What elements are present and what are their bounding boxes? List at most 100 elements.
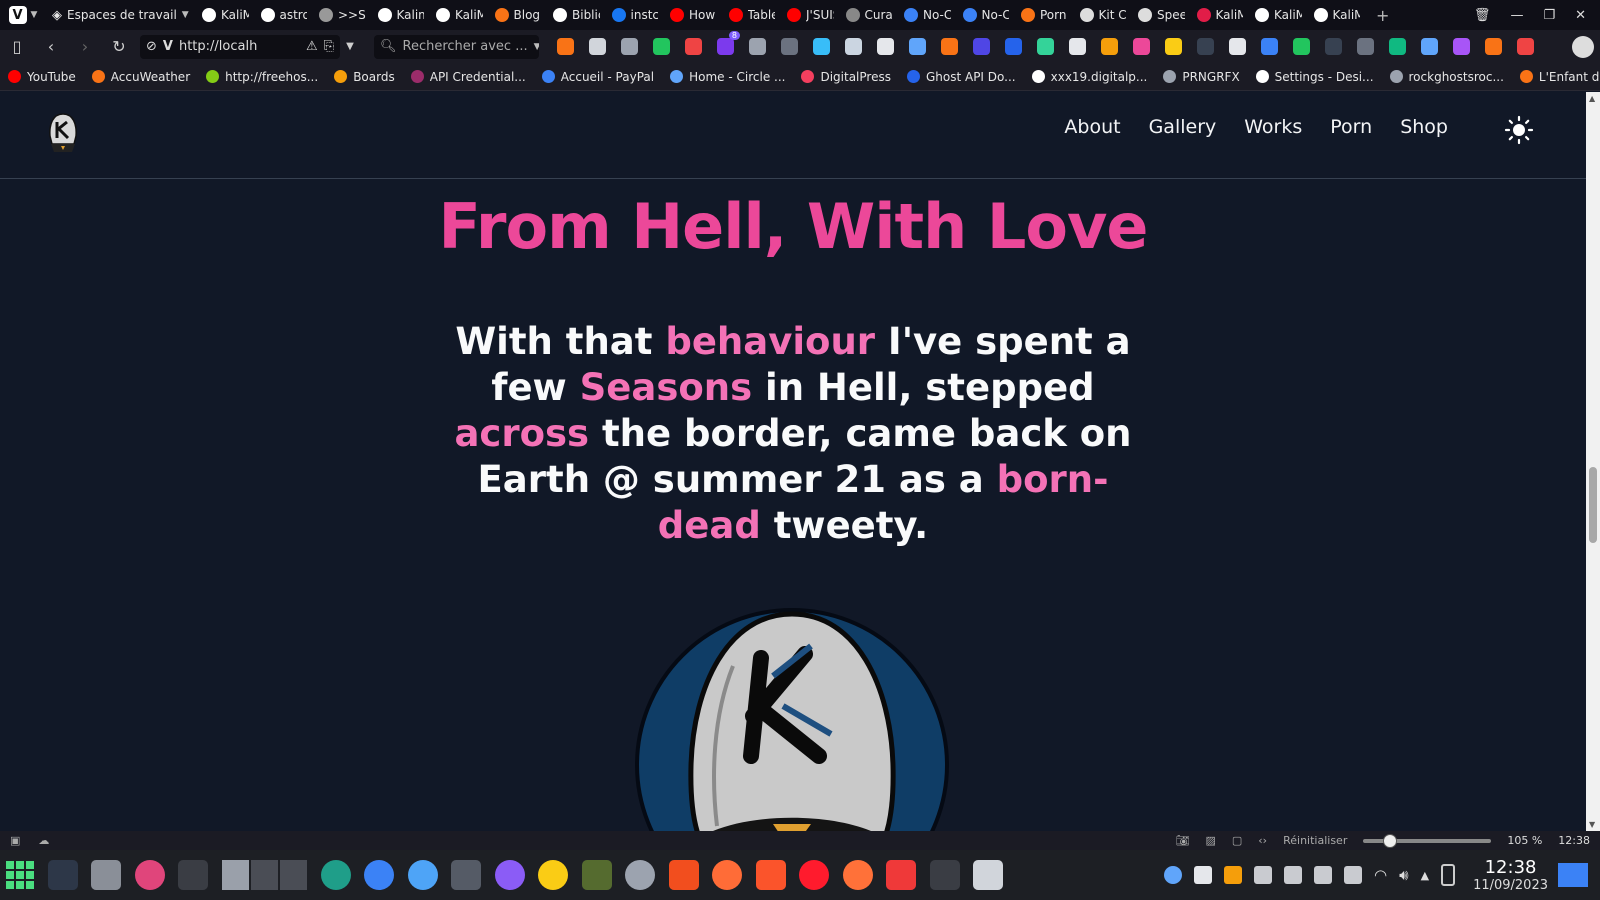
taskbar-app-sublime-icon[interactable] xyxy=(178,860,208,890)
extension-icon[interactable] xyxy=(973,38,990,55)
display-icon[interactable] xyxy=(1314,866,1333,884)
taskbar-app-downloader-icon[interactable] xyxy=(134,860,165,890)
workspace-selector[interactable]: ◈ Espaces de travail ▼ xyxy=(46,0,196,30)
extension-icon[interactable]: 8 xyxy=(717,31,740,55)
bookmark-item[interactable]: Settings - Desi... xyxy=(1248,70,1382,84)
extension-icon[interactable] xyxy=(589,38,606,55)
browser-tab[interactable]: >>Sta xyxy=(313,0,372,30)
scroll-up-icon[interactable]: ▲ xyxy=(1589,94,1595,103)
extension-icon[interactable] xyxy=(781,38,798,55)
window-icon[interactable]: ▢ xyxy=(1232,834,1242,847)
browser-tab[interactable]: Curat xyxy=(840,0,899,30)
browser-tab[interactable]: KaliM xyxy=(1191,0,1250,30)
image-icon[interactable]: ▨ xyxy=(1205,834,1215,847)
kde-connect-icon[interactable] xyxy=(1164,866,1183,884)
extension-icon[interactable] xyxy=(1261,38,1278,55)
bookmark-item[interactable]: Boards xyxy=(326,70,403,84)
extension-icon[interactable] xyxy=(749,38,766,55)
bookmark-item[interactable]: PRNGRFX xyxy=(1155,70,1247,84)
browser-tab[interactable]: Kit Cc xyxy=(1074,0,1133,30)
desktop-1[interactable] xyxy=(222,860,249,890)
address-bar[interactable]: ⊘ V http://localh ⚠ ⎘ xyxy=(140,34,340,59)
app-launcher-icon[interactable] xyxy=(6,861,34,889)
extension-icon[interactable] xyxy=(877,38,894,55)
bookmark-item[interactable]: Home - Circle ... xyxy=(662,70,793,84)
extension-icon[interactable] xyxy=(685,38,702,55)
extension-icon[interactable] xyxy=(909,38,926,55)
extension-icon[interactable] xyxy=(1197,38,1214,55)
taskbar-app-firefox-icon[interactable] xyxy=(842,860,873,890)
nav-link-porn[interactable]: Porn xyxy=(1330,116,1372,138)
bookmark-icon[interactable]: ⎘ xyxy=(324,39,334,54)
bookmark-item[interactable]: Ghost API Do... xyxy=(899,70,1024,84)
browser-tab[interactable]: Blog: xyxy=(489,0,548,30)
taskbar-app-crystal-icon[interactable] xyxy=(494,860,525,890)
taskbar-app-vivaldi-icon[interactable] xyxy=(886,860,916,890)
taskbar-app-brave-icon[interactable] xyxy=(755,860,786,890)
cloud-sync-icon[interactable]: ☁ xyxy=(38,834,49,847)
bookmark-item[interactable]: http://freehos... xyxy=(198,70,326,84)
extension-icon[interactable] xyxy=(1069,38,1086,55)
chevron-down-icon[interactable]: ▼ xyxy=(534,42,539,52)
site-logo[interactable] xyxy=(46,112,80,156)
nav-link-works[interactable]: Works xyxy=(1244,116,1302,138)
desktop-2[interactable] xyxy=(251,860,278,890)
bookmark-item[interactable]: rockghostsroc... xyxy=(1382,70,1512,84)
extension-icon[interactable] xyxy=(1165,38,1182,55)
taskbar-app-terminal-icon[interactable] xyxy=(47,860,78,890)
volume-icon[interactable]: 🔊︎ xyxy=(1399,866,1408,884)
trash-icon[interactable]: 🗑 xyxy=(1474,8,1491,23)
taskbar-app-terminal-green-icon[interactable] xyxy=(929,860,960,890)
minimize-button[interactable]: — xyxy=(1510,8,1523,23)
taskbar-app-files-icon[interactable] xyxy=(91,860,121,890)
scroll-down-icon[interactable]: ▼ xyxy=(1589,820,1595,829)
package-icon[interactable] xyxy=(1224,866,1243,884)
browser-tab[interactable]: How xyxy=(664,0,723,30)
extension-icon[interactable] xyxy=(557,38,574,55)
extension-icon[interactable] xyxy=(1005,38,1022,55)
extension-icon[interactable] xyxy=(1357,38,1374,55)
extension-icon[interactable] xyxy=(1453,38,1470,55)
url-text[interactable]: http://localh xyxy=(179,39,300,54)
extension-icon[interactable] xyxy=(1485,38,1502,55)
taskbar-app-figma-icon[interactable] xyxy=(668,860,699,890)
taskbar-app-inkscape-icon[interactable] xyxy=(451,860,481,890)
desktop-3[interactable] xyxy=(280,860,307,890)
extension-icon[interactable] xyxy=(1229,38,1246,55)
extension-icon[interactable] xyxy=(621,38,638,55)
clipboard-tray-icon[interactable] xyxy=(1254,866,1273,884)
forward-button[interactable]: › xyxy=(68,30,102,63)
show-desktop-button[interactable] xyxy=(1558,863,1588,887)
taskbar-app-shutter-icon[interactable] xyxy=(320,860,351,890)
url-dropdown-icon[interactable]: ▼ xyxy=(340,30,360,63)
page-scrollbar[interactable]: ▲ ▼ xyxy=(1586,92,1600,831)
taskbar-app-settings-icon[interactable] xyxy=(625,860,655,890)
browser-tab[interactable]: astro xyxy=(255,0,314,30)
zoom-slider-knob[interactable] xyxy=(1383,833,1398,848)
taskbar-app-postman-icon[interactable] xyxy=(712,860,742,890)
browser-tab[interactable]: Porn xyxy=(1015,0,1074,30)
taskbar-app-browser-blue-icon[interactable] xyxy=(364,860,394,890)
browser-tab[interactable]: KaliM xyxy=(1308,0,1367,30)
browser-tab[interactable]: KaliM xyxy=(430,0,489,30)
extension-icon[interactable] xyxy=(941,38,958,55)
restore-button[interactable]: ❐ xyxy=(1543,8,1555,23)
panel-icon[interactable]: ▣ xyxy=(10,834,20,847)
back-button[interactable]: ‹ xyxy=(34,30,68,63)
zoom-slider[interactable] xyxy=(1363,833,1492,848)
browser-tab[interactable]: KaliM xyxy=(196,0,255,30)
extension-icon[interactable] xyxy=(1421,38,1438,55)
taskbar-app-opera-icon[interactable] xyxy=(799,860,829,890)
bookmark-item[interactable]: Accueil - PayPal xyxy=(534,70,662,84)
extension-icon[interactable] xyxy=(1293,38,1310,55)
extension-icon[interactable] xyxy=(1101,38,1118,55)
warning-icon[interactable]: ⚠ xyxy=(306,39,318,54)
taskbar-app-bird-icon[interactable] xyxy=(407,860,438,890)
code-icon[interactable]: ‹› xyxy=(1258,834,1267,847)
taskbar-clock[interactable]: 12:38 11/09/2023 xyxy=(1473,857,1548,893)
reload-button[interactable]: ↻ xyxy=(102,30,136,63)
browser-tab[interactable]: No-C xyxy=(957,0,1016,30)
shield-icon[interactable]: ⊘ xyxy=(146,39,157,54)
browser-tab[interactable]: Biblic xyxy=(547,0,606,30)
nav-link-about[interactable]: About xyxy=(1064,116,1120,138)
